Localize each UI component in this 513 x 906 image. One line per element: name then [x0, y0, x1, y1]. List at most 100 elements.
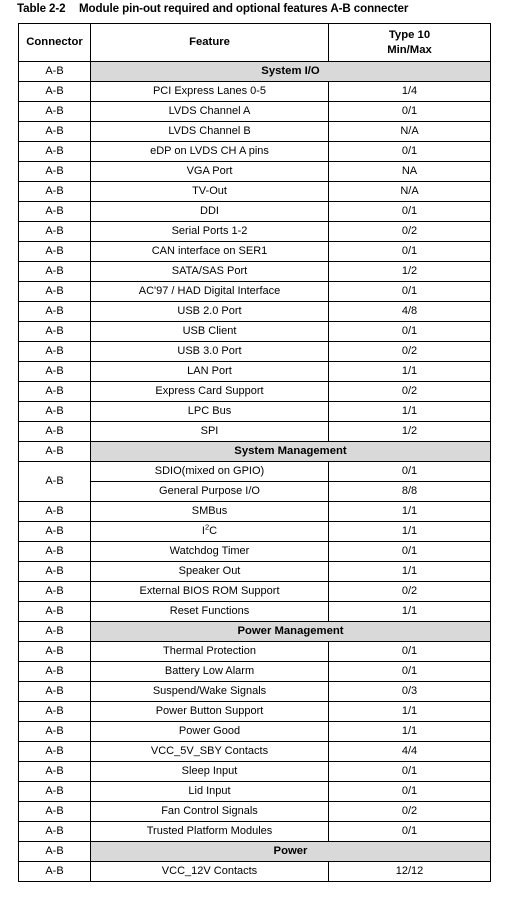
cell-type-minmax: 1/1	[328, 561, 491, 582]
table-row: A-B Lid Input 0/1	[18, 781, 491, 802]
cell-type-minmax: 0/1	[328, 661, 491, 682]
cell-feature: Power Button Support	[90, 701, 329, 722]
cell-type-minmax: 0/1	[328, 821, 491, 842]
cell-connector: A-B	[18, 221, 91, 242]
cell-connector: A-B	[18, 281, 91, 302]
section-title: Power	[90, 841, 491, 862]
cell-feature: Watchdog Timer	[90, 541, 329, 562]
table-row: A-B Speaker Out 1/1	[18, 561, 491, 582]
cell-connector: A-B	[18, 661, 91, 682]
cell-connector: A-B	[18, 321, 91, 342]
cell-connector: A-B	[18, 741, 91, 762]
table-row: A-B USB Client 0/1	[18, 321, 491, 342]
table-row: A-B LVDS Channel A 0/1	[18, 101, 491, 122]
table-row: A-B External BIOS ROM Support 0/2	[18, 581, 491, 602]
table-row: A-B Sleep Input 0/1	[18, 761, 491, 782]
cell-feature: Lid Input	[90, 781, 329, 802]
cell-type-minmax: 1/1	[328, 361, 491, 382]
column-header-connector: Connector	[18, 23, 91, 62]
cell-feature: LAN Port	[90, 361, 329, 382]
table-caption-title: Module pin-out required and optional fea…	[79, 2, 409, 15]
cell-feature: Fan Control Signals	[90, 801, 329, 822]
cell-feature: eDP on LVDS CH A pins	[90, 141, 329, 162]
section-title: System Management	[90, 441, 491, 462]
table-header-row: Connector Feature Type 10 Min/Max	[18, 23, 491, 62]
table-row: A-B Serial Ports 1-2 0/2	[18, 221, 491, 242]
column-header-feature: Feature	[90, 23, 329, 62]
table-row: A-B Power Good 1/1	[18, 721, 491, 742]
table-row: A-B Battery Low Alarm 0/1	[18, 661, 491, 682]
table-body: A-B System I/O A-B PCI Express Lanes 0-5 1/4…	[18, 61, 491, 882]
table-row: A-B DDI 0/1	[18, 201, 491, 222]
table-row: A-B SPI 1/2	[18, 421, 491, 442]
cell-feature: SMBus	[90, 501, 329, 522]
cell-connector: A-B	[18, 261, 91, 282]
cell-feature: LVDS Channel B	[90, 121, 329, 142]
cell-type-minmax: 0/1	[328, 281, 491, 302]
cell-feature: SPI	[90, 421, 329, 442]
cell-type-minmax: 1/1	[328, 601, 491, 622]
cell-connector: A-B	[18, 381, 91, 402]
cell-type-minmax: 0/1	[328, 321, 491, 342]
cell-type-minmax: 0/1	[328, 101, 491, 122]
table-row: A-B Thermal Protection 0/1	[18, 641, 491, 662]
cell-connector: A-B	[18, 861, 91, 882]
cell-type-minmax: 1/4	[328, 81, 491, 102]
cell-type-minmax: 1/1	[328, 401, 491, 422]
cell-feature: Trusted Platform Modules	[90, 821, 329, 842]
cell-connector: A-B	[18, 521, 91, 542]
table-row: A-B VCC_5V_SBY Contacts 4/4	[18, 741, 491, 762]
cell-type-minmax: 1/1	[328, 521, 491, 542]
cell-connector: A-B	[18, 841, 91, 862]
table-row: A-B TV-Out N/A	[18, 181, 491, 202]
cell-connector: A-B	[18, 721, 91, 742]
table-section-row: A-B Power Management	[18, 621, 491, 642]
cell-connector: A-B	[18, 701, 91, 722]
cell-type-minmax: 1/2	[328, 261, 491, 282]
cell-feature: Serial Ports 1-2	[90, 221, 329, 242]
cell-feature: USB 2.0 Port	[90, 301, 329, 322]
cell-connector: A-B	[18, 601, 91, 622]
cell-connector: A-B	[18, 361, 91, 382]
cell-type-minmax: 0/1	[328, 461, 491, 482]
cell-type-minmax: 4/8	[328, 301, 491, 322]
table-row: A-B AC'97 / HAD Digital Interface 0/1	[18, 281, 491, 302]
table-row: A-B SDIO(mixed on GPIO) 0/1	[18, 461, 491, 502]
cell-type-minmax: 0/2	[328, 341, 491, 362]
cell-feature: USB 3.0 Port	[90, 341, 329, 362]
cell-feature: General Purpose I/O	[90, 481, 329, 502]
cell-connector: A-B	[18, 101, 91, 122]
cell-connector: A-B	[18, 201, 91, 222]
cell-type-minmax: 0/1	[328, 641, 491, 662]
cell-connector: A-B	[18, 421, 91, 442]
cell-connector: A-B	[18, 181, 91, 202]
cell-type-minmax: 4/4	[328, 741, 491, 762]
cell-feature: External BIOS ROM Support	[90, 581, 329, 602]
table-row: A-B Fan Control Signals 0/2	[18, 801, 491, 822]
cell-feature: LVDS Channel A	[90, 101, 329, 122]
cell-type-minmax: N/A	[328, 121, 491, 142]
cell-connector: A-B	[18, 541, 91, 562]
cell-type-minmax: 0/1	[328, 141, 491, 162]
table-row: A-B Reset Functions 1/1	[18, 601, 491, 622]
cell-type-minmax: 0/1	[328, 201, 491, 222]
cell-type-minmax: 0/1	[328, 241, 491, 262]
cell-connector: A-B	[18, 461, 91, 502]
cell-feature: Sleep Input	[90, 761, 329, 782]
cell-connector: A-B	[18, 241, 91, 262]
cell-feature: CAN interface on SER1	[90, 241, 329, 262]
cell-type-minmax: 0/1	[328, 541, 491, 562]
document-page: Table 2-2 Module pin-out required and opt…	[0, 0, 513, 906]
cell-type-minmax: 0/2	[328, 381, 491, 402]
cell-connector: A-B	[18, 301, 91, 322]
cell-connector: A-B	[18, 61, 91, 82]
table-row: A-B VGA Port NA	[18, 161, 491, 182]
cell-feature: Battery Low Alarm	[90, 661, 329, 682]
cell-type-minmax: 1/2	[328, 421, 491, 442]
cell-feature: Speaker Out	[90, 561, 329, 582]
table-row: A-B SATA/SAS Port 1/2	[18, 261, 491, 282]
cell-connector: A-B	[18, 501, 91, 522]
cell-feature: SDIO(mixed on GPIO)	[90, 461, 329, 482]
table-row: A-B LVDS Channel B N/A	[18, 121, 491, 142]
table-section-row: A-B System I/O	[18, 61, 491, 82]
